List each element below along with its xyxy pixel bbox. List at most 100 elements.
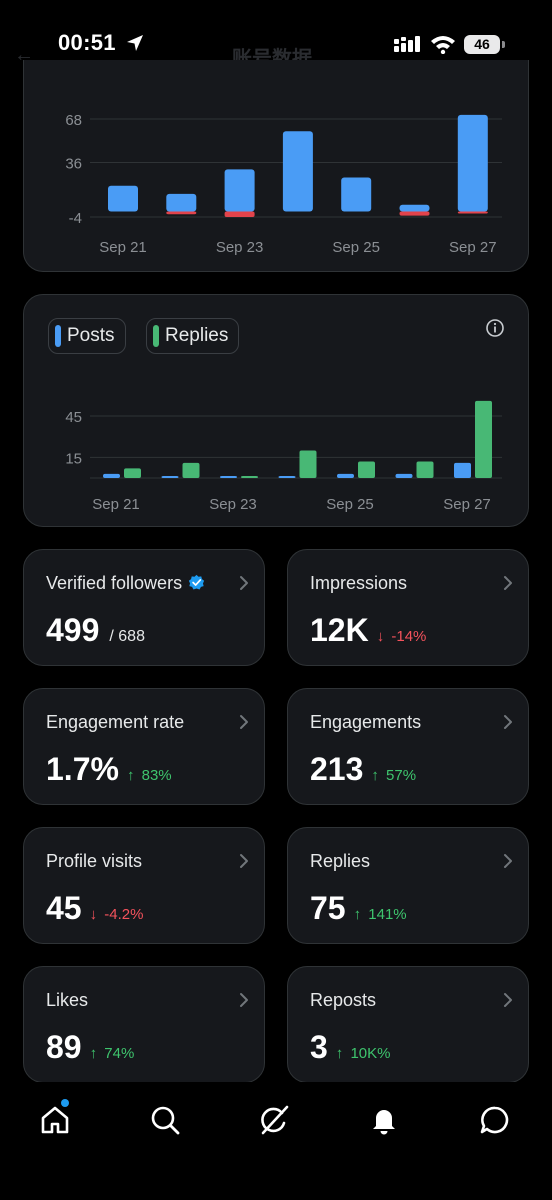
chevron-right-icon (240, 993, 248, 1007)
metric-card-reposts[interactable]: Reposts 3 ↑ 10K% (287, 966, 529, 1083)
signal-bars-icon (394, 36, 420, 52)
metric-value-row: 213 ↑ 57% (310, 751, 416, 788)
posts-replies-chart: 45 15 Sep 21 Sep 23 Sep 25 Sep 27 (65, 400, 502, 513)
arrow-up-icon: ↑ (371, 767, 379, 784)
x-tick-label: Sep 23 (216, 239, 264, 256)
bar-positive (399, 204, 430, 212)
arrow-down-icon: ↓ (89, 906, 98, 923)
y-tick-label: 15 (65, 450, 82, 467)
metric-card-profile-visits[interactable]: Profile visits 45 ↓ -4.2% (23, 827, 265, 944)
metric-label-text: Reposts (310, 990, 377, 1010)
metric-label: Reposts (310, 990, 376, 1011)
x-tick-label: Sep 25 (332, 239, 380, 256)
bar-posts (103, 473, 120, 478)
bar-posts (395, 473, 413, 478)
metric-change-value: 141% (364, 906, 407, 923)
wifi-icon (431, 36, 455, 54)
metric-change: ↓ -14% (377, 628, 427, 645)
metric-value: 45 (46, 890, 82, 926)
metric-label-text: Impressions (310, 573, 408, 593)
bar-positive (224, 169, 255, 212)
metric-value: 1.7% (46, 751, 119, 787)
impressions-chart: 68 36 -4 Sep 21 Sep 23 Sep 25 Sep 27 (65, 112, 502, 256)
metric-card-likes[interactable]: Likes 89 ↑ 74% (23, 966, 265, 1083)
arrow-up-icon: ↑ (353, 906, 362, 923)
arrow-up-icon: ↑ (89, 1045, 98, 1062)
metric-label-text: Engagement rate (46, 712, 185, 732)
metric-subvalue: / 688 (109, 628, 145, 645)
chevron-right-icon (504, 854, 512, 868)
nav-messages[interactable] (475, 1100, 515, 1140)
metric-card-impressions[interactable]: Impressions 12K ↓ -14% (287, 549, 529, 666)
status-time: 00:51 (58, 30, 116, 55)
arrow-down-icon: ↓ (376, 628, 385, 645)
metric-value: 12K (310, 612, 369, 648)
metric-change: ↑ 10K% (336, 1045, 391, 1062)
bar-posts (220, 476, 237, 478)
bar-replies (299, 450, 317, 478)
metric-change: ↑ 83% (127, 767, 172, 784)
home-unread-dot (61, 1099, 69, 1107)
nav-home[interactable] (35, 1100, 75, 1140)
metric-card-engagement-rate[interactable]: Engagement rate 1.7% ↑ 83% (23, 688, 265, 805)
nav-grok[interactable] (254, 1100, 294, 1140)
metric-label: Verified followers (46, 573, 205, 594)
metric-change-value: 74% (100, 1045, 135, 1062)
y-tick-label: 36 (65, 156, 82, 173)
metric-value: 213 (310, 751, 364, 787)
metric-value-row: 12K ↓ -14% (310, 612, 426, 649)
bar-negative (457, 211, 488, 214)
nav-notifications[interactable] (364, 1100, 404, 1140)
bottom-nav (0, 1082, 552, 1200)
metric-card-verified-followers[interactable]: Verified followers 499 / 688 (23, 549, 265, 666)
metric-change-value: -14% (387, 628, 427, 645)
chevron-right-icon (504, 576, 512, 590)
x-tick-label: Sep 27 (443, 496, 491, 513)
chevron-right-icon (240, 576, 248, 590)
x-tick-label: Sep 27 (449, 239, 497, 256)
metric-label: Engagement rate (46, 712, 184, 733)
metric-value-row: 1.7% ↑ 83% (46, 751, 172, 788)
metric-label-text: Likes (46, 990, 89, 1010)
metric-value-row: 3 ↑ 10K% (310, 1029, 391, 1066)
bar-positive (282, 131, 313, 212)
metric-label-text: Verified followers (46, 573, 183, 593)
metric-label-text: Engagements (310, 712, 422, 732)
metric-card-replies[interactable]: Replies 75 ↑ 141% (287, 827, 529, 944)
metric-card-engagements[interactable]: Engagements 213 ↑ 57% (287, 688, 529, 805)
y-tick-label: 45 (65, 409, 82, 426)
metric-value: 3 (310, 1029, 328, 1065)
bar-posts (161, 476, 179, 478)
bar-replies (182, 462, 200, 478)
metric-change: ↓ -4.2% (90, 906, 144, 923)
verified-badge-icon (188, 574, 205, 590)
metric-value-row: 89 ↑ 74% (46, 1029, 134, 1066)
metric-value: 89 (46, 1029, 82, 1065)
metric-change-value: -4.2% (100, 906, 144, 923)
notifications-icon (373, 1110, 395, 1135)
battery-icon: 46 (464, 35, 500, 54)
bar-negative (224, 211, 255, 217)
bar-negative (399, 211, 430, 216)
bar-replies (416, 461, 434, 478)
metric-label: Likes (46, 990, 88, 1011)
metric-label-text: Replies (310, 851, 371, 871)
bar-replies (358, 461, 375, 478)
bar-replies (475, 400, 492, 478)
chevron-right-icon (240, 715, 248, 729)
bar-posts (454, 462, 471, 478)
bar-positive (457, 114, 488, 212)
metric-change: ↑ 141% (354, 906, 407, 923)
nav-search[interactable] (145, 1100, 185, 1140)
messages-icon (480, 1106, 509, 1134)
metric-value-row: 75 ↑ 141% (310, 890, 407, 927)
metric-label: Replies (310, 851, 370, 872)
x-tick-label: Sep 25 (326, 496, 374, 513)
metric-value-row: 499 / 688 (46, 612, 145, 649)
grok-icon (261, 1105, 289, 1135)
bar-positive (341, 177, 372, 212)
x-tick-label: Sep 23 (209, 496, 257, 513)
metric-change-value: 83% (137, 767, 172, 784)
y-tick-label: 68 (65, 112, 82, 129)
metric-label-text: Profile visits (46, 851, 143, 871)
